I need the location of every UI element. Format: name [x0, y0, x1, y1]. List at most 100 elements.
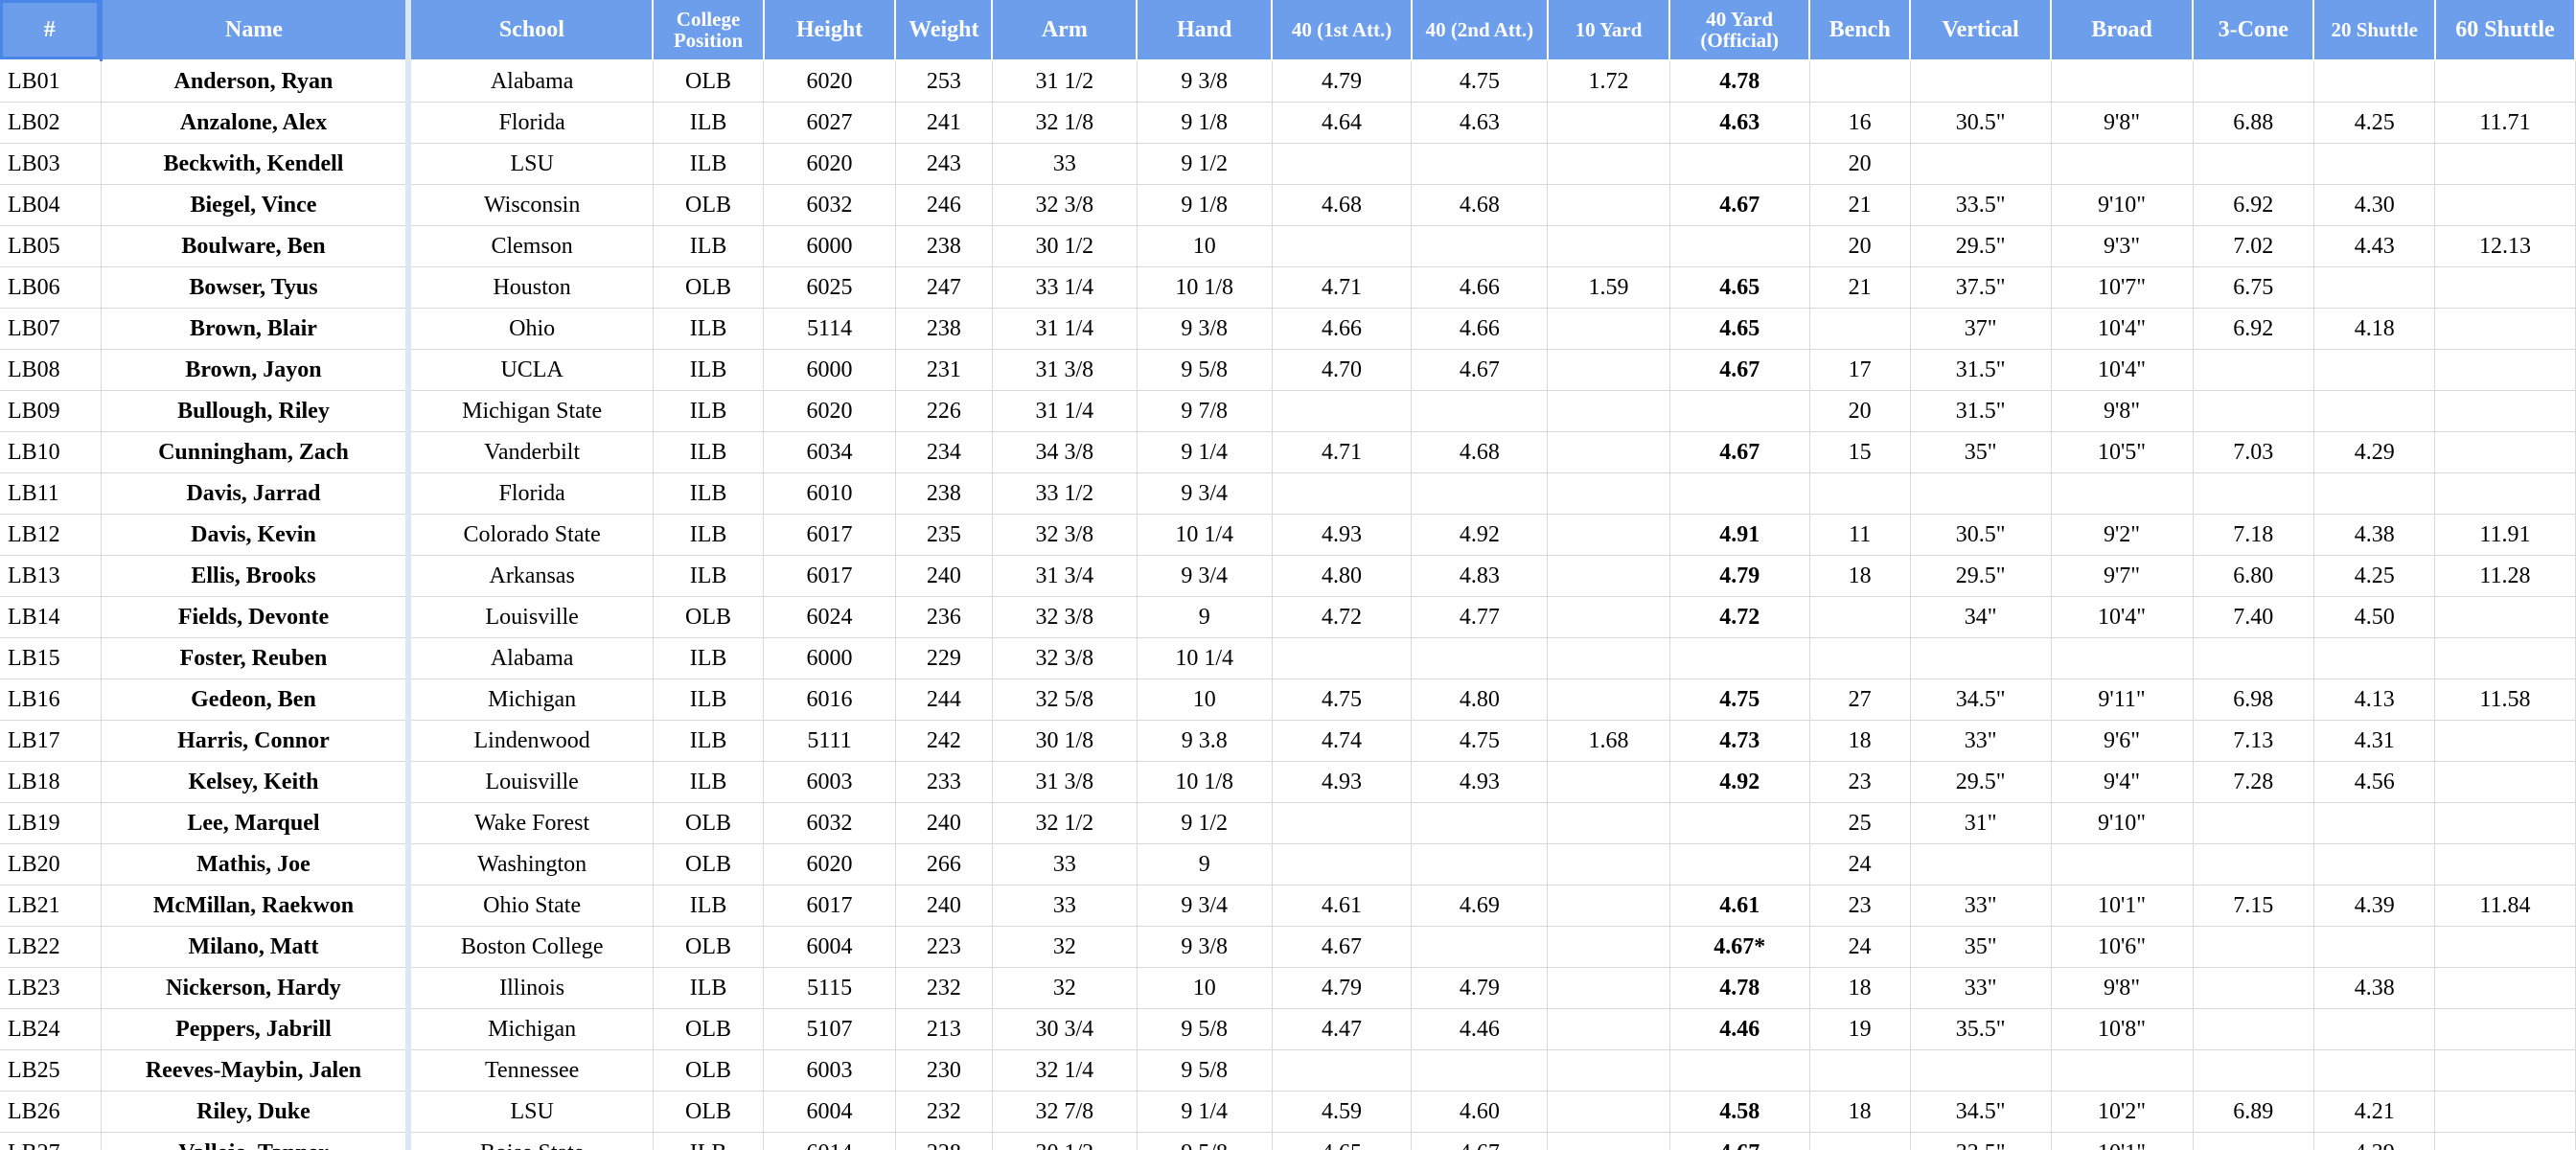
- cell-school[interactable]: Louisville: [408, 761, 654, 803]
- cell-weight[interactable]: 232: [895, 967, 993, 1009]
- cell-broad[interactable]: 10'4": [2051, 349, 2194, 391]
- cell-arm[interactable]: 31 1/4: [992, 308, 1138, 350]
- cell-bench[interactable]: [1809, 308, 1911, 350]
- cell-forty-first[interactable]: 4.75: [1272, 678, 1413, 721]
- cell-hand[interactable]: 10 1/4: [1137, 637, 1273, 679]
- cell-forty-official[interactable]: 4.46: [1669, 1008, 1810, 1050]
- cell-hand[interactable]: 9 3.8: [1137, 720, 1273, 762]
- cell-id[interactable]: LB04: [0, 184, 102, 226]
- cell-height[interactable]: 6032: [763, 802, 896, 844]
- cell-id[interactable]: LB06: [0, 266, 102, 309]
- cell-name[interactable]: McMillan, Raekwon: [101, 885, 412, 927]
- cell-ten-yard[interactable]: [1547, 143, 1670, 185]
- cell-name[interactable]: Cunningham, Zach: [101, 431, 412, 473]
- cell-sixty-shuttle[interactable]: [2434, 802, 2576, 844]
- cell-twenty-shuttle[interactable]: [2313, 266, 2436, 309]
- cell-bench[interactable]: 11: [1809, 514, 1911, 556]
- cell-forty-official[interactable]: 4.75: [1669, 678, 1810, 721]
- column-header-vertical[interactable]: Vertical: [1910, 0, 2053, 61]
- cell-sixty-shuttle[interactable]: [2434, 390, 2576, 432]
- cell-twenty-shuttle[interactable]: [2313, 390, 2436, 432]
- cell-forty-first[interactable]: 4.64: [1272, 102, 1413, 144]
- cell-bench[interactable]: 18: [1809, 967, 1911, 1009]
- cell-id[interactable]: LB05: [0, 225, 102, 267]
- cell-hand[interactable]: 9 7/8: [1137, 390, 1273, 432]
- cell-name[interactable]: Brown, Jayon: [101, 349, 412, 391]
- cell-sixty-shuttle[interactable]: [2434, 843, 2576, 886]
- cell-three-cone[interactable]: [2193, 349, 2314, 391]
- cell-twenty-shuttle[interactable]: 4.56: [2313, 761, 2436, 803]
- cell-forty-first[interactable]: [1272, 143, 1413, 185]
- cell-sixty-shuttle[interactable]: [2434, 184, 2576, 226]
- cell-broad[interactable]: [2051, 843, 2194, 886]
- cell-broad[interactable]: 9'3": [2051, 225, 2194, 267]
- cell-name[interactable]: Bowser, Tyus: [101, 266, 412, 309]
- cell-ten-yard[interactable]: [1547, 885, 1670, 927]
- cell-forty-official[interactable]: 4.67: [1669, 431, 1810, 473]
- cell-sixty-shuttle[interactable]: [2434, 431, 2576, 473]
- cell-school[interactable]: Louisville: [408, 596, 654, 638]
- cell-weight[interactable]: 240: [895, 555, 993, 597]
- cell-position[interactable]: OLB: [653, 926, 765, 968]
- cell-twenty-shuttle[interactable]: 4.30: [2313, 184, 2436, 226]
- cell-forty-second[interactable]: [1411, 472, 1549, 515]
- cell-bench[interactable]: 19: [1809, 1008, 1911, 1050]
- cell-name[interactable]: Harris, Connor: [101, 720, 412, 762]
- cell-three-cone[interactable]: 7.02: [2193, 225, 2314, 267]
- cell-name[interactable]: Biegel, Vince: [101, 184, 412, 226]
- cell-forty-first[interactable]: 4.65: [1272, 1132, 1413, 1150]
- cell-forty-second[interactable]: [1411, 843, 1549, 886]
- cell-position[interactable]: ILB: [653, 637, 765, 679]
- cell-name[interactable]: Vallejo, Tanner: [101, 1132, 412, 1150]
- cell-arm[interactable]: 30 3/4: [992, 1008, 1138, 1050]
- cell-twenty-shuttle[interactable]: 4.25: [2313, 102, 2436, 144]
- cell-name[interactable]: Anderson, Ryan: [101, 60, 412, 103]
- cell-ten-yard[interactable]: [1547, 472, 1670, 515]
- cell-arm[interactable]: 32 3/8: [992, 514, 1138, 556]
- cell-broad[interactable]: 10'8": [2051, 1008, 2194, 1050]
- cell-bench[interactable]: 18: [1809, 720, 1911, 762]
- cell-bench[interactable]: 15: [1809, 431, 1911, 473]
- cell-broad[interactable]: [2051, 637, 2194, 679]
- cell-vertical[interactable]: [1910, 143, 2052, 185]
- cell-id[interactable]: LB19: [0, 802, 102, 844]
- cell-sixty-shuttle[interactable]: [2434, 1132, 2576, 1150]
- cell-sixty-shuttle[interactable]: [2434, 1049, 2576, 1092]
- cell-height[interactable]: 6003: [763, 1049, 896, 1092]
- cell-id[interactable]: LB20: [0, 843, 102, 886]
- cell-vertical[interactable]: 37.5": [1910, 266, 2052, 309]
- cell-weight[interactable]: 233: [895, 761, 993, 803]
- cell-forty-second[interactable]: 4.92: [1411, 514, 1549, 556]
- cell-weight[interactable]: 246: [895, 184, 993, 226]
- cell-position[interactable]: ILB: [653, 102, 765, 144]
- cell-id[interactable]: LB24: [0, 1008, 102, 1050]
- column-header-height[interactable]: Height: [763, 0, 897, 61]
- cell-ten-yard[interactable]: [1547, 1132, 1670, 1150]
- cell-position[interactable]: ILB: [653, 555, 765, 597]
- cell-school[interactable]: Clemson: [408, 225, 654, 267]
- cell-twenty-shuttle[interactable]: [2313, 926, 2436, 968]
- cell-position[interactable]: OLB: [653, 184, 765, 226]
- cell-position[interactable]: OLB: [653, 802, 765, 844]
- cell-vertical[interactable]: 35": [1910, 926, 2052, 968]
- cell-id[interactable]: LB26: [0, 1091, 102, 1133]
- cell-three-cone[interactable]: [2193, 143, 2314, 185]
- cell-ten-yard[interactable]: [1547, 431, 1670, 473]
- cell-height[interactable]: 6003: [763, 761, 896, 803]
- cell-twenty-shuttle[interactable]: 4.38: [2313, 514, 2436, 556]
- cell-vertical[interactable]: 33.5": [1910, 184, 2052, 226]
- cell-name[interactable]: Brown, Blair: [101, 308, 412, 350]
- cell-sixty-shuttle[interactable]: [2434, 60, 2576, 103]
- cell-sixty-shuttle[interactable]: [2434, 761, 2576, 803]
- cell-weight[interactable]: 234: [895, 431, 993, 473]
- cell-hand[interactable]: 10 1/8: [1137, 761, 1273, 803]
- cell-three-cone[interactable]: [2193, 967, 2314, 1009]
- cell-forty-second[interactable]: 4.63: [1411, 102, 1549, 144]
- cell-school[interactable]: Houston: [408, 266, 654, 309]
- cell-sixty-shuttle[interactable]: 11.28: [2434, 555, 2576, 597]
- cell-forty-first[interactable]: 4.93: [1272, 514, 1413, 556]
- cell-twenty-shuttle[interactable]: 4.25: [2313, 555, 2436, 597]
- cell-three-cone[interactable]: [2193, 1132, 2314, 1150]
- cell-id[interactable]: LB08: [0, 349, 102, 391]
- cell-sixty-shuttle[interactable]: [2434, 926, 2576, 968]
